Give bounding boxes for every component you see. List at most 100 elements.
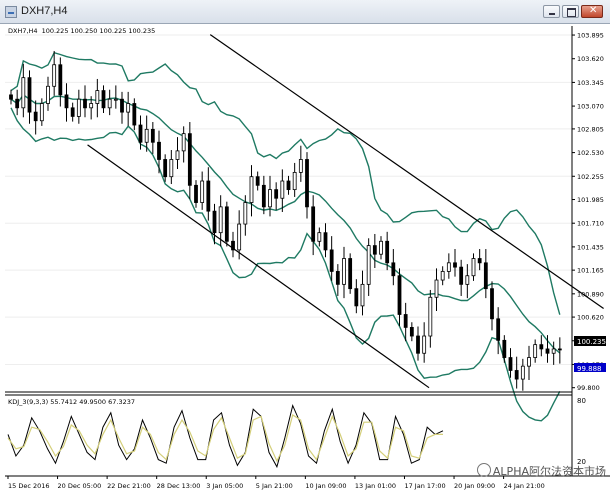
candle-body xyxy=(187,133,192,186)
price-tick-label: 102.530 xyxy=(577,149,604,157)
candle-body xyxy=(157,141,161,160)
candle-body xyxy=(551,348,556,354)
candle-body xyxy=(27,77,32,113)
candle-body xyxy=(280,180,285,199)
candle-body xyxy=(70,107,75,117)
watermark: ALPHA阿尔法资本市场 xyxy=(476,463,606,479)
candle-body xyxy=(317,232,322,242)
candle-body xyxy=(249,176,254,203)
price-tick-label: 103.345 xyxy=(577,79,604,87)
candle-body xyxy=(132,103,137,126)
candle-body xyxy=(76,98,81,117)
candle-body xyxy=(194,184,198,203)
candle-body xyxy=(428,296,433,337)
watermark-logo-icon xyxy=(476,463,491,477)
candle-body xyxy=(533,344,538,358)
price-tick-label: 103.070 xyxy=(577,103,604,111)
candle-body xyxy=(434,279,439,298)
candle-body xyxy=(261,184,266,208)
candle-body xyxy=(255,176,260,186)
chart-area[interactable]: 103.895 103.620 103.345 103.070 102.805 102.5… xyxy=(0,24,610,497)
candle-body xyxy=(391,262,396,277)
candle-body xyxy=(138,124,143,143)
time-tick-label: 22 Dec 21:00 xyxy=(107,482,151,490)
candle-body xyxy=(329,249,334,272)
candle-body xyxy=(459,266,464,285)
candle-body xyxy=(243,202,248,225)
candle-body xyxy=(527,357,531,367)
close-icon: ✕ xyxy=(589,5,598,16)
candle-body xyxy=(335,271,340,285)
candle-body xyxy=(366,245,371,285)
candle-body xyxy=(113,98,118,101)
price-tick-label: 100.890 xyxy=(577,290,604,298)
price-tick-label: 102.255 xyxy=(577,173,604,181)
time-tick-label: 13 Jan 01:00 xyxy=(355,482,396,490)
candle-body xyxy=(218,206,223,234)
time-tick-label: 10 Jan 09:00 xyxy=(305,482,346,490)
candle-body xyxy=(46,85,50,104)
candle-body xyxy=(342,258,346,285)
candle-body xyxy=(95,90,100,104)
window-title: DXH7,H4 xyxy=(21,5,68,17)
candle-body xyxy=(354,288,359,307)
candle-body xyxy=(120,98,124,113)
candle-body xyxy=(126,103,131,113)
candle-body xyxy=(206,180,211,212)
candle-body xyxy=(409,327,414,337)
candle-body xyxy=(508,357,513,371)
candle-body xyxy=(231,240,235,251)
candle-body xyxy=(169,159,174,178)
candle-body xyxy=(21,77,26,109)
candle-body xyxy=(323,232,328,251)
candle-body xyxy=(545,348,550,354)
minimize-button[interactable] xyxy=(543,5,560,18)
chart-window-icon xyxy=(5,6,17,18)
candle-body xyxy=(453,262,457,268)
marked-price-label: 99.888 xyxy=(577,365,602,373)
candle-body xyxy=(163,159,168,178)
candle-body xyxy=(268,189,272,208)
candle-body xyxy=(150,128,155,143)
candle-body xyxy=(64,94,69,109)
candle-body xyxy=(557,348,562,351)
price-tick-label: 101.710 xyxy=(577,220,604,228)
maximize-button[interactable] xyxy=(562,5,579,18)
candle-body xyxy=(181,133,186,152)
candle-body xyxy=(496,318,501,341)
candle-body xyxy=(397,275,402,315)
close-button[interactable]: ✕ xyxy=(581,5,603,18)
indicator-label: KDJ_3(9,3,3) 55.7412 49.9500 67.3237 xyxy=(8,398,135,406)
current-price-label: 100.235 xyxy=(577,338,606,346)
ohlc-values: 100.225 100.250 100.225 100.235 xyxy=(42,27,156,35)
candle-body xyxy=(539,344,544,350)
symbol-label: DXH7,H4 xyxy=(8,27,38,35)
candle-body xyxy=(416,335,420,354)
price-tick-label: 103.895 xyxy=(577,32,604,40)
candle-body xyxy=(200,180,205,203)
mt4-chart-window: DXH7,H4 ✕ 103.895 103.620 103.345 103.070 10… xyxy=(0,0,610,497)
time-tick-label: 24 Jan 21:00 xyxy=(504,482,545,490)
candle-body xyxy=(175,150,180,160)
candle-body xyxy=(348,258,353,290)
candle-body xyxy=(514,370,519,380)
candle-body xyxy=(144,128,149,143)
maximize-icon xyxy=(567,8,576,17)
candle-body xyxy=(403,314,408,328)
candle-body xyxy=(212,210,217,234)
candle-body xyxy=(39,103,44,122)
candle-body xyxy=(440,271,445,281)
candle-body xyxy=(237,223,242,251)
candle-body xyxy=(483,262,488,290)
candle-body xyxy=(101,90,106,109)
candle-body xyxy=(379,240,383,255)
watermark-text: ALPHA阿尔法资本市场 xyxy=(492,465,606,478)
window-title-bar[interactable]: DXH7,H4 ✕ xyxy=(0,0,610,24)
price-tick-label: 102.805 xyxy=(577,125,604,133)
time-tick-label: 20 Dec 05:00 xyxy=(58,482,102,490)
chart-info-symbol: DXH7,H4 100.225 100.250 100.225 100.235 xyxy=(8,27,155,35)
time-tick-label: 5 Jan 21:00 xyxy=(256,482,293,490)
candle-body xyxy=(305,159,309,208)
price-tick-label: 100.620 xyxy=(577,314,604,322)
candle-body xyxy=(385,240,390,264)
